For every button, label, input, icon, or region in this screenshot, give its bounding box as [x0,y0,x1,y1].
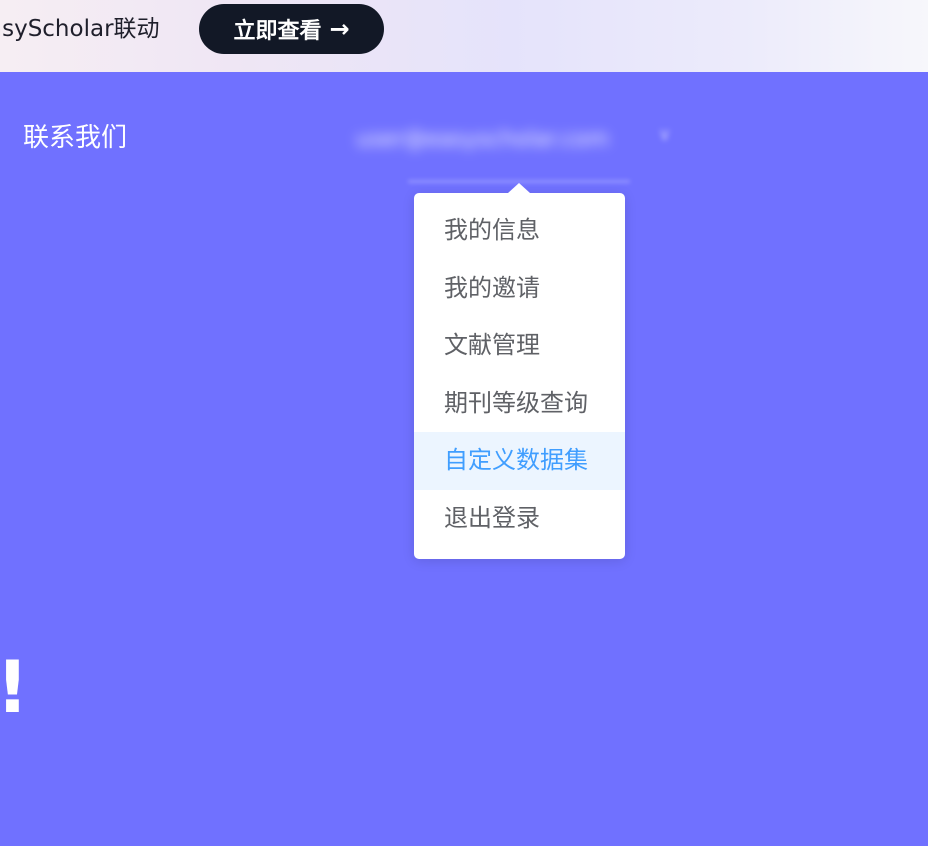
chevron-down-icon[interactable]: ∨ [658,124,671,145]
view-now-button[interactable]: 立即查看 → [199,4,384,54]
menu-item-literature-management[interactable]: 文献管理 [414,317,625,375]
user-dropdown-menu: 我的信息 我的邀请 文献管理 期刊等级查询 自定义数据集 退出登录 [414,183,625,559]
arrow-right-icon: → [329,15,350,43]
nav-contact-us[interactable]: 联系我们 [23,119,127,157]
menu-item-my-invitations[interactable]: 我的邀请 [414,260,625,318]
user-account-menu[interactable]: user@easyscholar.com [356,124,636,156]
view-now-button-label: 立即查看 [233,19,322,44]
banner-text: asyScholar联动 [0,16,160,42]
menu-item-custom-dataset[interactable]: 自定义数据集 [414,432,625,490]
dropdown-arrow [508,183,530,193]
menu-item-my-info[interactable]: 我的信息 [414,202,625,260]
hero-title-fragment: ! [0,642,29,732]
promo-banner: asyScholar联动 立即查看 → [0,0,928,72]
menu-item-logout[interactable]: 退出登录 [414,490,625,548]
page: asyScholar联动 立即查看 → 联系我们 user@easyschola… [0,0,928,846]
menu-item-journal-rank-query[interactable]: 期刊等级查询 [414,375,625,433]
